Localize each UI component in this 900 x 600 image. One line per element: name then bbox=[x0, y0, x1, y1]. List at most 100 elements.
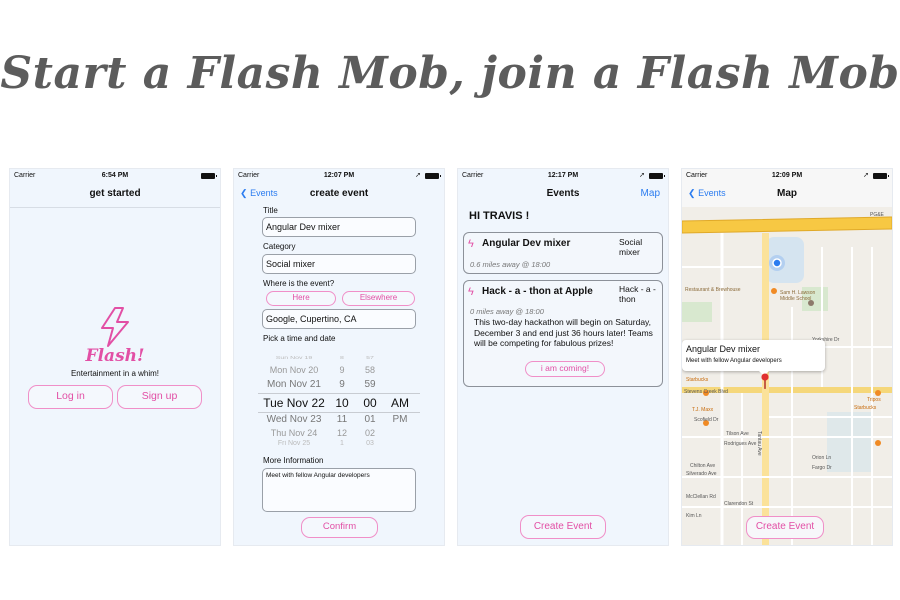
location-arrow-icon: ➚ bbox=[863, 172, 869, 179]
status-bar: Carrier 6:54 PM bbox=[10, 169, 220, 183]
title-label: Title bbox=[263, 206, 278, 215]
map-label: Kim Ln bbox=[686, 513, 702, 519]
screen-get-started: Carrier 6:54 PM get started Flash! Enter… bbox=[10, 169, 220, 545]
confirm-button[interactable]: Confirm bbox=[301, 517, 378, 538]
map-callout[interactable]: Angular Dev mixer Meet with fellow Angul… bbox=[682, 340, 825, 371]
picker-minute: 00 bbox=[363, 396, 377, 410]
callout-subtitle: Meet with fellow Angular developers bbox=[686, 358, 782, 364]
map-label: Clarendon St bbox=[724, 501, 754, 507]
battery-icon bbox=[201, 173, 217, 179]
nav-bar: get started bbox=[10, 183, 220, 207]
status-bar: Carrier 12:17 PM ➚ bbox=[458, 169, 668, 183]
nav-divider bbox=[10, 207, 220, 208]
picker-minute: 58 bbox=[364, 365, 375, 375]
status-time: 6:54 PM bbox=[101, 172, 129, 179]
picker-date: Thu Nov 24 bbox=[270, 428, 318, 438]
screen-map: Carrier 12:09 PM ➚ ❮ Events Map Restaura… bbox=[682, 169, 892, 545]
flash-icon: ϟ bbox=[468, 286, 474, 298]
event-card[interactable]: ϟ Hack - a - thon at Apple Hack - a - th… bbox=[463, 280, 663, 387]
event-title: Angular Dev mixer bbox=[482, 238, 571, 249]
flash-icon: ϟ bbox=[468, 238, 474, 250]
map-label: Sam H. Lawson Middle School bbox=[780, 290, 816, 302]
map-label: PG&E bbox=[870, 212, 884, 218]
signup-button[interactable]: Sign up bbox=[117, 385, 202, 409]
greeting: HI TRAVIS ! bbox=[469, 210, 530, 222]
location-arrow-icon: ➚ bbox=[639, 172, 645, 179]
picker-row: Thu Nov 24 12 02 bbox=[234, 428, 444, 440]
here-button[interactable]: Here bbox=[266, 291, 336, 306]
picker-row: Sun Nov 19 8 57 bbox=[234, 356, 444, 362]
map-label: McClellan Rd bbox=[686, 494, 716, 500]
map-label: Tilson Ave bbox=[726, 431, 749, 437]
picker-period: AM bbox=[391, 396, 409, 410]
where-label: Where is the event? bbox=[263, 279, 335, 288]
map-label: Orion Ln bbox=[812, 455, 832, 461]
more-info-textarea[interactable]: Meet with fellow Angular developers bbox=[262, 468, 416, 512]
map-label: Tripos bbox=[867, 397, 881, 403]
event-category: Social mixer bbox=[619, 237, 643, 257]
picker-row: Mon Nov 20 9 58 bbox=[234, 365, 444, 377]
picker-date: Fri Nov 25 bbox=[277, 440, 311, 447]
location-input[interactable]: Google, Cupertino, CA bbox=[262, 309, 416, 329]
picker-period: PM bbox=[392, 414, 408, 425]
picker-divider bbox=[258, 412, 420, 413]
nav-bar: Events Map bbox=[458, 183, 668, 207]
picker-date: Sun Nov 19 bbox=[275, 356, 313, 361]
headline: Start a Flash Mob, join a Flash Mob bbox=[0, 48, 900, 99]
map-label: T.J. Maxx bbox=[692, 407, 714, 413]
elsewhere-button[interactable]: Elsewhere bbox=[342, 291, 415, 306]
map-label: Restaurant & Brewhouse bbox=[685, 287, 741, 293]
title-input[interactable]: Angular Dev mixer bbox=[262, 217, 416, 237]
map-label: Chilton Ave bbox=[690, 463, 716, 469]
create-event-button[interactable]: Create Event bbox=[520, 515, 606, 539]
login-button[interactable]: Log in bbox=[28, 385, 113, 409]
picker-date: Mon Nov 21 bbox=[267, 379, 321, 390]
event-category: Hack - a - thon bbox=[619, 284, 656, 304]
battery-icon bbox=[649, 173, 665, 179]
nav-bar: ❮ Events Map bbox=[682, 183, 892, 207]
map-pin-icon[interactable] bbox=[761, 373, 769, 394]
picker-hour: 10 bbox=[335, 396, 349, 410]
picker-divider bbox=[258, 393, 420, 394]
map-button[interactable]: Map bbox=[641, 188, 660, 199]
map-label: Tantau Ave bbox=[756, 431, 762, 456]
nav-title: get started bbox=[89, 188, 141, 199]
picker-hour: 12 bbox=[336, 428, 347, 438]
picker-date: Wed Nov 23 bbox=[266, 414, 322, 425]
picker-minute: 01 bbox=[364, 414, 376, 425]
nav-title: Events bbox=[546, 188, 580, 199]
date-time-picker[interactable]: Sun Nov 19 8 57 Mon Nov 20 9 58 Mon Nov … bbox=[234, 354, 444, 447]
picker-row: Wed Nov 23 11 01 PM bbox=[234, 414, 444, 426]
map-label: Fargo Dr bbox=[812, 465, 832, 471]
more-info-label: More Information bbox=[263, 456, 324, 465]
category-input[interactable]: Social mixer bbox=[262, 254, 416, 274]
nav-title: create event bbox=[309, 188, 369, 199]
status-time: 12:09 PM bbox=[771, 172, 803, 179]
status-time: 12:17 PM bbox=[547, 172, 579, 179]
screen-create-event: Carrier 12:07 PM ➚ ❮ Events create event… bbox=[234, 169, 444, 545]
picker-hour: 9 bbox=[339, 379, 345, 390]
attend-button[interactable]: i am coming! bbox=[525, 361, 605, 377]
create-event-button[interactable]: Create Event bbox=[746, 516, 824, 539]
tagline: Entertainment in a whim! bbox=[70, 369, 160, 378]
picker-hour: 1 bbox=[340, 440, 344, 447]
map-label: Silverado Ave bbox=[686, 471, 717, 477]
picker-hour: 8 bbox=[340, 356, 344, 361]
status-bar: Carrier 12:09 PM ➚ bbox=[682, 169, 892, 183]
event-card[interactable]: ϟ Angular Dev mixer Social mixer 0.6 mil… bbox=[463, 232, 663, 274]
status-bar: Carrier 12:07 PM ➚ bbox=[234, 169, 444, 183]
flash-logo-icon bbox=[101, 307, 129, 347]
nav-title: Map bbox=[777, 188, 797, 199]
picker-selected-row: Tue Nov 22 10 00 AM bbox=[234, 396, 444, 410]
picker-minute: 57 bbox=[366, 356, 374, 361]
event-title: Hack - a - thon at Apple bbox=[482, 286, 593, 297]
map-label: Stevens Creek Blvd bbox=[684, 389, 728, 395]
event-description: This two-day hackathon will begin on Sat… bbox=[474, 317, 653, 348]
picker-row: Mon Nov 21 9 59 bbox=[234, 379, 444, 391]
pick-time-label: Pick a time and date bbox=[263, 334, 336, 343]
screen-events: Carrier 12:17 PM ➚ Events Map HI TRAVIS … bbox=[458, 169, 668, 545]
event-distance: 0.6 miles away @ 18:00 bbox=[470, 260, 551, 269]
event-distance: 0 miles away @ 18:00 bbox=[470, 307, 544, 316]
logo-text: Flash! bbox=[85, 346, 145, 366]
map-label: Starbucks bbox=[854, 405, 877, 411]
